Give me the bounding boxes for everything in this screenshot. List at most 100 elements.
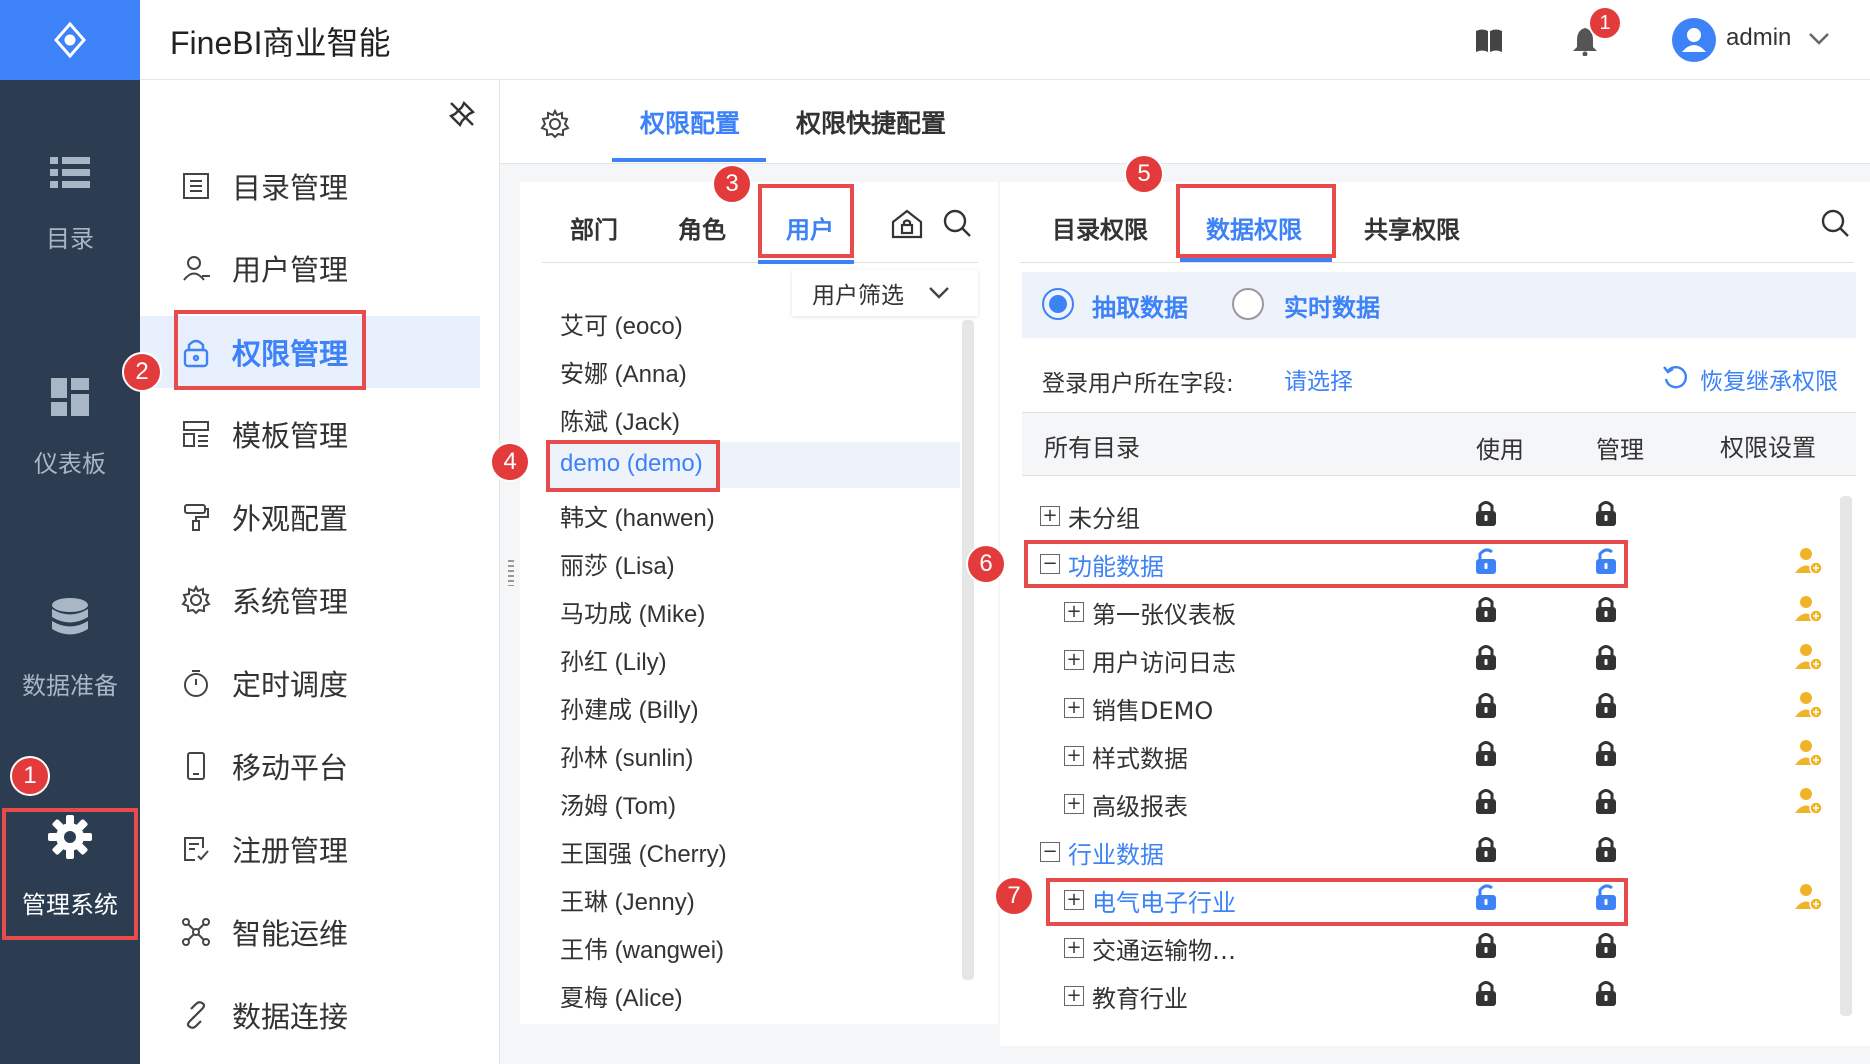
search-icon[interactable]: [942, 208, 972, 238]
radio-extract-label[interactable]: 抽取数据: [1092, 288, 1188, 323]
list-item[interactable]: 王国强 (Cherry): [560, 834, 727, 869]
use-permission-toggle[interactable]: [1474, 690, 1498, 724]
use-permission-toggle[interactable]: [1474, 594, 1498, 628]
tree-row[interactable]: + 用户访问日志: [1064, 636, 1236, 684]
manage-permission-toggle[interactable]: [1594, 738, 1618, 772]
radio-realtime-label[interactable]: 实时数据: [1284, 288, 1380, 323]
expand-toggle[interactable]: +: [1064, 746, 1084, 766]
expand-toggle[interactable]: +: [1040, 506, 1060, 526]
user-name[interactable]: admin: [1726, 24, 1791, 52]
manage-permission-toggle[interactable]: [1594, 930, 1618, 964]
permission-setting-button[interactable]: [1794, 882, 1824, 916]
tab-quick-config[interactable]: 权限快捷配置: [796, 104, 946, 140]
manage-permission-toggle[interactable]: [1594, 594, 1618, 628]
list-item[interactable]: 艾可 (eoco): [560, 306, 683, 341]
sidebar-item-users[interactable]: 用户管理: [140, 232, 480, 304]
list-item[interactable]: 安娜 (Anna): [560, 354, 687, 389]
expand-toggle[interactable]: +: [1064, 986, 1084, 1006]
tree-row[interactable]: + 样式数据: [1064, 732, 1188, 780]
list-item[interactable]: 汤姆 (Tom): [560, 786, 676, 821]
permission-setting-button[interactable]: [1794, 546, 1824, 580]
permission-setting-button[interactable]: [1794, 738, 1824, 772]
sidebar-item-registration[interactable]: 注册管理: [140, 813, 480, 885]
use-permission-toggle[interactable]: [1474, 498, 1498, 532]
permission-setting-button[interactable]: [1794, 690, 1824, 724]
tree-label[interactable]: 销售DEMO: [1092, 691, 1213, 726]
list-item[interactable]: 孙林 (sunlin): [560, 738, 693, 773]
tree-row[interactable]: − 行业数据: [1040, 828, 1164, 876]
restore-icon[interactable]: [1662, 364, 1688, 390]
list-item[interactable]: 韩文 (hanwen): [560, 498, 715, 533]
sidebar-item-templates[interactable]: 模板管理: [140, 398, 480, 470]
sidebar-item-ops[interactable]: 智能运维: [140, 896, 480, 968]
list-item[interactable]: 孙建成 (Billy): [560, 690, 699, 725]
list-item[interactable]: 王伟 (wangwei): [560, 930, 724, 965]
tree-row[interactable]: + 高级报表: [1064, 780, 1188, 828]
radio-realtime[interactable]: [1232, 288, 1264, 320]
list-item[interactable]: 王琳 (Jenny): [560, 882, 695, 917]
unpin-icon[interactable]: [448, 100, 476, 128]
list-item[interactable]: 马功成 (Mike): [560, 594, 705, 629]
tab-permission-config[interactable]: 权限配置: [640, 104, 740, 140]
sidebar-item-data-connection[interactable]: 数据连接: [140, 979, 480, 1051]
tab-role[interactable]: 角色: [678, 210, 726, 245]
expand-toggle[interactable]: +: [1064, 650, 1084, 670]
tree-row[interactable]: + 第一张仪表板: [1064, 588, 1236, 636]
sidebar-item-catalog[interactable]: 目录管理: [140, 150, 480, 222]
radio-extract[interactable]: [1042, 288, 1074, 320]
permission-setting-button[interactable]: [1794, 786, 1824, 820]
tab-share-permission[interactable]: 共享权限: [1364, 210, 1460, 245]
use-permission-toggle[interactable]: [1474, 738, 1498, 772]
list-item[interactable]: 丽莎 (Lisa): [560, 546, 675, 581]
sidebar-item-appearance[interactable]: 外观配置: [140, 481, 480, 553]
use-permission-toggle[interactable]: [1474, 978, 1498, 1012]
use-permission-toggle[interactable]: [1474, 930, 1498, 964]
collapse-toggle[interactable]: −: [1040, 842, 1060, 862]
rail-item-dashboard[interactable]: 仪表板: [0, 378, 140, 479]
tree-label[interactable]: 行业数据: [1068, 835, 1164, 870]
tree-row[interactable]: + 销售DEMO: [1064, 684, 1213, 732]
tree-label[interactable]: 教育行业: [1092, 979, 1188, 1014]
login-field-select[interactable]: 请选择: [1284, 362, 1353, 396]
fine-logo[interactable]: [0, 0, 140, 80]
list-item[interactable]: 孙红 (Lily): [560, 642, 667, 677]
manage-permission-toggle[interactable]: [1594, 690, 1618, 724]
manage-permission-toggle[interactable]: [1594, 978, 1618, 1012]
permission-setting-button[interactable]: [1794, 594, 1824, 628]
tree-label[interactable]: 未分组: [1068, 499, 1140, 534]
gear-icon[interactable]: [540, 109, 570, 139]
user-filter-dropdown[interactable]: 用户筛选: [792, 270, 978, 316]
building-lock-icon[interactable]: [890, 208, 924, 240]
expand-toggle[interactable]: +: [1064, 698, 1084, 718]
rail-item-data-prep[interactable]: 数据准备: [0, 598, 140, 701]
sidebar-item-system[interactable]: 系统管理: [140, 564, 480, 636]
book-icon[interactable]: [1474, 28, 1504, 54]
tab-department[interactable]: 部门: [570, 210, 618, 245]
resize-handle[interactable]: [508, 560, 514, 586]
use-permission-toggle[interactable]: [1474, 834, 1498, 868]
tree-scrollbar[interactable]: [1840, 496, 1852, 1016]
sidebar-item-schedule[interactable]: 定时调度: [140, 647, 480, 719]
tree-label[interactable]: 用户访问日志: [1092, 643, 1236, 678]
tree-row[interactable]: + 教育行业: [1064, 972, 1188, 1020]
list-item[interactable]: 陈斌 (Jack): [560, 402, 680, 437]
manage-permission-toggle[interactable]: [1594, 786, 1618, 820]
tree-label[interactable]: 第一张仪表板: [1092, 595, 1236, 630]
list-item[interactable]: 夏梅 (Alice): [560, 978, 683, 1013]
tree-row[interactable]: + 交通运输物…: [1064, 924, 1236, 972]
use-permission-toggle[interactable]: [1474, 786, 1498, 820]
use-permission-toggle[interactable]: [1474, 642, 1498, 676]
tree-label[interactable]: 高级报表: [1092, 787, 1188, 822]
search-icon[interactable]: [1820, 208, 1850, 238]
expand-toggle[interactable]: +: [1064, 938, 1084, 958]
avatar[interactable]: [1672, 18, 1716, 62]
tree-label[interactable]: 交通运输物…: [1092, 931, 1236, 966]
expand-toggle[interactable]: +: [1064, 794, 1084, 814]
permission-setting-button[interactable]: [1794, 642, 1824, 676]
tab-catalog-permission[interactable]: 目录权限: [1052, 210, 1148, 245]
sidebar-item-mobile[interactable]: 移动平台: [140, 730, 480, 802]
manage-permission-toggle[interactable]: [1594, 642, 1618, 676]
expand-toggle[interactable]: +: [1064, 602, 1084, 622]
restore-inherit-button[interactable]: 恢复继承权限: [1700, 362, 1838, 396]
user-list-scrollbar[interactable]: [962, 320, 974, 980]
